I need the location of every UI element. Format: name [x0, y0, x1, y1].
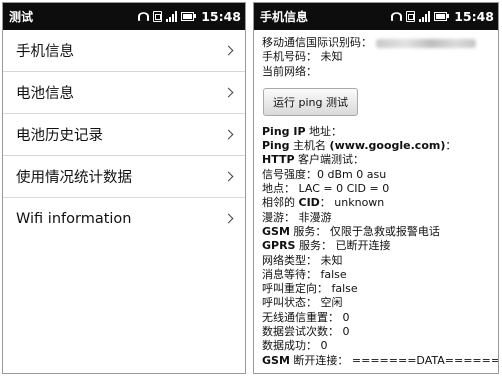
info-row-key: (www.google.com) — [329, 139, 446, 153]
chevron-right-icon — [223, 213, 234, 224]
info-row: GSM 服务： 仅限于急救或报警电话 — [262, 225, 498, 239]
menu-item-label: 手机信息 — [16, 44, 74, 60]
info-row-text: 呼叫状态： 空闲 — [262, 296, 343, 310]
menu-item-battery-history[interactable]: 电池历史记录 — [3, 114, 245, 156]
info-row-text: 服务： 已断开连接 — [295, 239, 391, 253]
status-icons: 15:48 — [391, 9, 494, 24]
chevron-right-icon — [223, 171, 234, 182]
info-row: 呼叫状态： 空闲 — [262, 296, 498, 310]
info-row-text: 相邻的 — [262, 196, 299, 210]
menu-item-wifi-information[interactable]: Wifi information — [3, 198, 245, 239]
signal-icon — [419, 11, 431, 22]
info-row-text: 信号强度：0 dBm 0 asu — [262, 167, 387, 181]
info-row-text: 数据尝试次数： 0 — [262, 325, 350, 339]
menu-item-label: 电池信息 — [16, 86, 74, 102]
sim-icon — [406, 11, 416, 22]
phone-info-panel: 移动通信国际识别码： 手机号码： 未知 当前网络： 运行 ping 测试 Pin… — [254, 30, 498, 368]
info-row-key: Ping — [262, 139, 290, 153]
info-row-text: 呼叫重定向： false — [262, 282, 358, 296]
info-row: 漫游： 非漫游 — [262, 211, 498, 225]
main-menu-screen: 测试 15:48 手机信息 电池信息 电池历史记录 使用情况统计数据 Wifi … — [2, 2, 246, 374]
info-row: GSM 断开连接： =======DATA======= — [262, 354, 498, 368]
info-row-key: GPRS — [262, 239, 296, 253]
battery-icon — [434, 12, 450, 21]
info-row-text: 地址： — [305, 124, 343, 138]
wifi-icon — [391, 12, 403, 21]
info-row: 数据成功： 0 — [262, 339, 498, 353]
signal-icon — [166, 11, 178, 22]
status-icons: 15:48 — [138, 9, 241, 24]
menu-item-battery-info[interactable]: 电池信息 — [3, 72, 245, 114]
info-row-key: HTTP — [262, 153, 295, 167]
info-row: 地点： LAC = 0 CID = 0 — [262, 182, 498, 196]
info-row-key: GSM — [262, 224, 290, 238]
status-bar-title: 手机信息 — [260, 10, 309, 24]
info-row-text: ： unknown — [319, 196, 385, 210]
info-row: GPRS 服务： 已断开连接 — [262, 239, 498, 253]
info-row-text: 数据成功： 0 — [262, 339, 328, 353]
clock: 15:48 — [201, 9, 241, 24]
sim-icon — [153, 11, 163, 22]
status-bar-title: 测试 — [9, 10, 34, 24]
info-row-text: 断开连接： =======DATA======= — [289, 353, 499, 367]
info-row: Ping 主机名 (www.google.com)： — [262, 139, 498, 153]
clock: 15:48 — [454, 9, 494, 24]
info-row-text: 网络类型： 未知 — [262, 253, 343, 267]
info-rows: Ping IP 地址： Ping 主机名 (www.google.com)： HTT… — [262, 125, 498, 368]
info-row: 消息等待： false — [262, 268, 498, 282]
info-row: 相邻的 CID： unknown — [262, 196, 498, 210]
info-row: 网络类型： 未知 — [262, 254, 498, 268]
menu-item-label: Wifi information — [16, 210, 132, 227]
info-row: HTTP 客户端测试： — [262, 153, 498, 167]
chevron-right-icon — [223, 87, 234, 98]
menu-item-phone-info[interactable]: 手机信息 — [3, 30, 245, 72]
info-row-key: GSM — [262, 353, 290, 367]
chevron-right-icon — [223, 129, 234, 140]
imei-value-redacted — [376, 38, 476, 48]
info-row-key: Ping IP — [262, 124, 306, 138]
menu-item-label: 使用情况统计数据 — [16, 170, 132, 186]
menu-item-label: 电池历史记录 — [16, 128, 103, 144]
battery-icon — [181, 12, 197, 21]
info-row: 无线通信重置： 0 — [262, 311, 498, 325]
info-row: 数据尝试次数： 0 — [262, 325, 498, 339]
info-row-text: 客户端测试： — [294, 153, 365, 167]
info-row-text: 漫游： 非漫游 — [262, 210, 332, 224]
wifi-icon — [138, 12, 150, 21]
current-network-row: 当前网络： — [262, 64, 317, 78]
info-row-text: 无线通信重置： 0 — [262, 310, 350, 324]
imei-row: 移动通信国际识别码： — [262, 36, 498, 50]
info-row: 信号强度：0 dBm 0 asu — [262, 168, 498, 182]
info-row-text: 消息等待： false — [262, 267, 347, 281]
info-row: 呼叫重定向： false — [262, 282, 498, 296]
status-bar: 测试 15:48 — [3, 3, 245, 30]
phone-number-row: 手机号码： 未知 — [262, 50, 343, 64]
info-row-text: 主机名 — [289, 139, 330, 153]
info-row: Ping IP 地址： — [262, 125, 498, 139]
info-row-text: 地点： LAC = 0 CID = 0 — [262, 182, 390, 196]
status-bar: 手机信息 15:48 — [254, 3, 498, 30]
info-row-key: CID — [298, 196, 320, 210]
chevron-right-icon — [223, 45, 234, 56]
phone-info-screen: 手机信息 15:48 移动通信国际识别码： 手机号码： 未知 当前网络： 运行 … — [253, 2, 499, 374]
info-row-text: ： — [445, 139, 457, 153]
info-row-text: 服务： 仅限于急救或报警电话 — [289, 224, 440, 238]
run-ping-test-button[interactable]: 运行 ping 测试 — [263, 87, 358, 116]
imei-label: 移动通信国际识别码： — [262, 36, 372, 49]
settings-menu: 手机信息 电池信息 电池历史记录 使用情况统计数据 Wifi informati… — [3, 30, 245, 239]
menu-item-usage-stats[interactable]: 使用情况统计数据 — [3, 156, 245, 198]
